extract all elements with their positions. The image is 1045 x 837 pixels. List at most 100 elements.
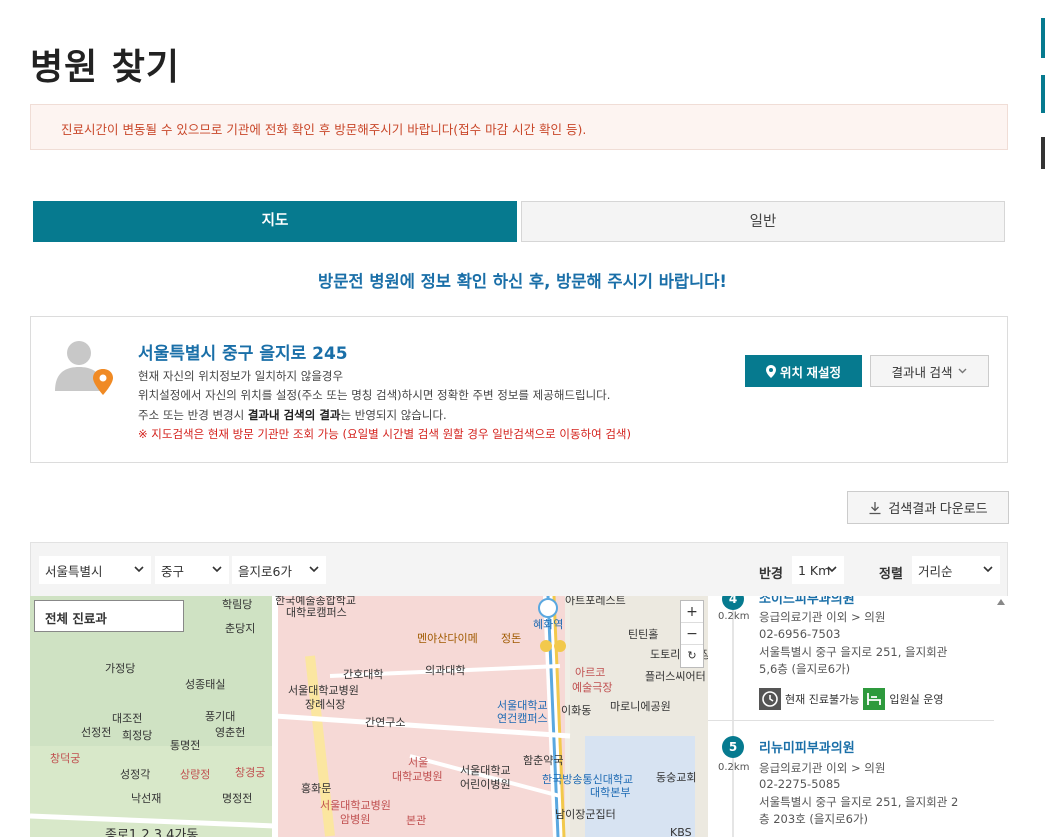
location-info-line3: 주소 또는 반경 변경시 결과내 검색의 결과는 반영되지 않습니다.	[138, 407, 447, 423]
search-mode-tabs: 지도 일반	[33, 201, 1005, 242]
map-label: 성종태실	[185, 678, 226, 691]
download-icon	[869, 501, 881, 514]
sort-select[interactable]: 거리순	[912, 556, 1000, 584]
map-label: 이화동	[561, 704, 592, 717]
map-label: 성정각	[120, 768, 151, 781]
map-label: 창덕궁	[50, 752, 81, 765]
city-select[interactable]: 서울특별시	[39, 556, 151, 584]
notice-text: 진료시간이 변동될 수 있으므로 기관에 전화 확인 후 방문해주시기 바랍니다…	[61, 122, 587, 137]
results-list: 4 0.2km 소이느피부과의원 응급의료기관 이외 > 의원 02-6956-…	[708, 596, 1008, 837]
inpatient-text: 입원실 운영	[889, 693, 944, 706]
results-scrollbar[interactable]	[994, 596, 1008, 837]
chevron-down-icon	[309, 566, 319, 573]
map-label: 틴틴홀	[628, 628, 659, 641]
refresh-map-button[interactable]: ↻	[681, 645, 703, 667]
district-select[interactable]: 중구	[155, 556, 229, 584]
map-view[interactable]: 학림당 한국예술종합학교 대학로캠퍼스 춘당지 멘야산다이메 정돈 혜화역 아트…	[30, 596, 708, 837]
map-label: 종로1.2.3.4가동	[105, 828, 199, 837]
scroll-up-arrow-icon[interactable]	[997, 599, 1005, 605]
radius-select[interactable]: 1 Km	[792, 556, 844, 584]
chevron-down-icon	[958, 368, 967, 374]
map-label: 대학로캠퍼스	[286, 606, 347, 619]
tab-map[interactable]: 지도	[33, 201, 517, 242]
map-label: 통명전	[170, 739, 201, 752]
map-label: 플러스씨어터	[645, 670, 706, 683]
zoom-out-button[interactable]: −	[681, 623, 703, 645]
location-info-line1: 현재 자신의 위치정보가 일치하지 않을경우	[138, 369, 344, 383]
location-panel: 서울특별시 중구 을지로 245 현재 자신의 위치정보가 일치하지 않을경우 …	[30, 316, 1008, 463]
result-number: 4	[722, 596, 744, 610]
tab-general[interactable]: 일반	[521, 201, 1005, 242]
side-indicator	[1041, 18, 1045, 58]
result-name-link[interactable]: 리뉴미피부과의원	[759, 737, 855, 756]
result-phone: 02-2275-5085	[759, 777, 841, 791]
search-within-results-button[interactable]: 결과내 검색	[870, 355, 989, 387]
result-category: 응급의료기관 이외 > 의원	[759, 610, 886, 624]
location-info-line3-pre: 주소 또는 반경 변경시	[138, 408, 248, 422]
zoom-controls: + − ↻	[680, 600, 704, 668]
result-address-line2: 5,6층 (을지로6가)	[759, 662, 851, 676]
location-info-line2: 위치설정에서 자신의 위치를 설정(주소 또는 명칭 검색)하시면 정확한 주변…	[138, 388, 611, 402]
download-results-label: 검색결과 다운로드	[888, 501, 988, 516]
chevron-down-icon	[212, 566, 222, 573]
location-info-line3-bold: 결과내 검색의 결과	[247, 408, 341, 422]
chevron-down-icon	[983, 566, 993, 573]
map-search-warning: ※ 지도검색은 현재 방문 기관만 조회 가능 (요일별 시간별 검색 원할 경…	[138, 427, 631, 441]
page-title: 병원 찾기	[30, 47, 181, 88]
side-indicator	[1041, 137, 1045, 169]
map-label: 홍화문	[301, 782, 332, 795]
result-address-line1: 서울특별시 중구 을지로 251, 을지회관 2	[759, 795, 959, 809]
location-info-line3-post: 는 반영되지 않습니다.	[340, 408, 447, 422]
visit-headline: 방문전 병원에 정보 확인 하신 후, 방문해 주시기 바랍니다!	[318, 272, 727, 291]
reset-location-label: 위치 재설정	[780, 365, 841, 380]
map-label: 의과대학	[425, 664, 466, 677]
current-address: 서울특별시 중구 을지로 245	[138, 344, 348, 364]
result-distance: 0.2km	[718, 762, 750, 773]
result-name-link[interactable]: 소이느피부과의원	[759, 596, 855, 607]
status-closed-text: 현재 진료불가능	[785, 693, 860, 706]
location-pin-icon	[766, 364, 776, 378]
map-label: 학림당	[222, 598, 253, 611]
download-results-button[interactable]: 검색결과 다운로드	[847, 491, 1009, 524]
map-label: 아르코	[575, 666, 606, 679]
dong-select-value: 을지로6가	[238, 563, 292, 579]
map-label: 대학본부	[590, 786, 631, 799]
zoom-in-button[interactable]: +	[681, 601, 703, 623]
map-label: 정돈	[501, 632, 522, 645]
search-within-results-label: 결과내 검색	[891, 365, 953, 380]
map-label: 영춘헌	[215, 726, 246, 739]
filter-bar: 서울특별시 중구 을지로6가 반경 1 Km 정렬 거리순	[30, 542, 1008, 596]
map-label: 멘야산다이메	[417, 632, 478, 645]
map-label: 대학교병원	[392, 770, 443, 783]
sort-select-value: 거리순	[918, 563, 953, 579]
map-label: 가정당	[105, 662, 136, 675]
map-label: 동숭교회	[656, 771, 697, 784]
map-label: 대조전	[112, 712, 143, 725]
notice-banner: 진료시간이 변동될 수 있으므로 기관에 전화 확인 후 방문해주시기 바랍니다…	[30, 104, 1008, 150]
divider	[708, 720, 994, 721]
map-label: 선정전	[81, 726, 112, 739]
clock-icon	[759, 688, 781, 710]
map-label: 명정전	[222, 792, 253, 805]
result-phone: 02-6956-7503	[759, 627, 841, 641]
map-label: 남이장군집터	[555, 808, 616, 821]
result-number: 5	[722, 736, 744, 758]
city-select-value: 서울특별시	[45, 563, 103, 579]
reset-location-button[interactable]: 위치 재설정	[745, 355, 862, 387]
map-label: 마로니에공원	[610, 700, 671, 713]
district-select-value: 중구	[161, 563, 185, 579]
map-label: 장례식장	[305, 698, 346, 711]
map-label: 본관	[406, 814, 427, 827]
result-category: 응급의료기관 이외 > 의원	[759, 761, 886, 775]
radius-label: 반경	[759, 567, 783, 582]
map-label: 아트포레스트	[565, 596, 626, 607]
map-label: 함춘약국	[523, 754, 564, 767]
map-label: 예술극장	[572, 681, 613, 694]
map-label: KBS	[670, 826, 692, 837]
all-departments-button[interactable]: 전체 진료과	[34, 600, 184, 632]
map-label: 희정당	[122, 729, 153, 742]
result-address-line1: 서울특별시 중구 을지로 251, 을지회관	[759, 645, 948, 659]
dong-select[interactable]: 을지로6가	[232, 556, 326, 584]
user-avatar-icon	[51, 335, 115, 399]
map-label: 연건캠퍼스	[497, 712, 548, 725]
